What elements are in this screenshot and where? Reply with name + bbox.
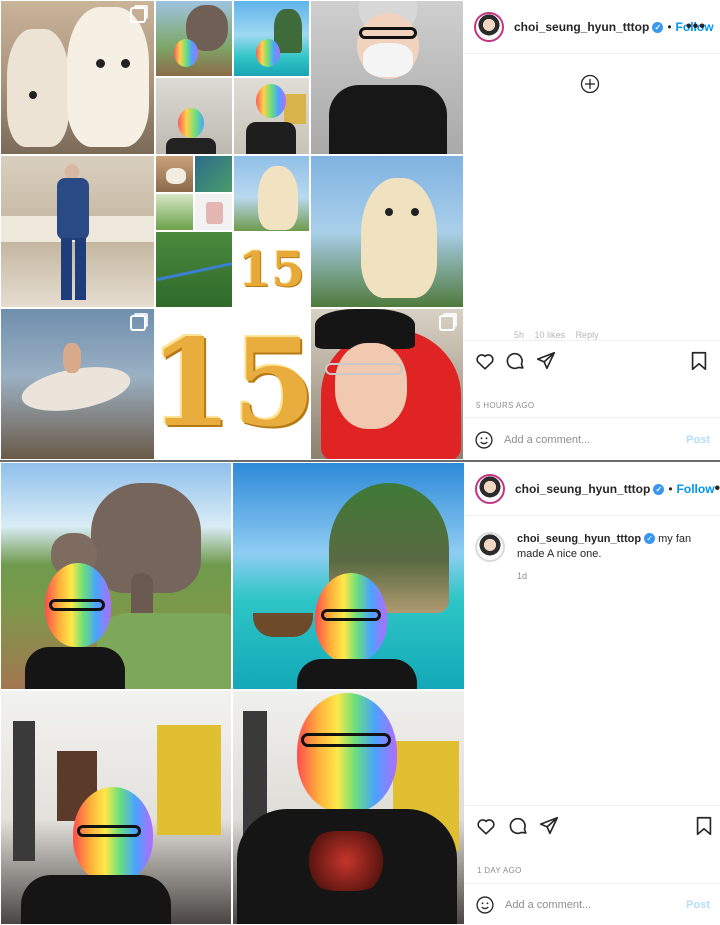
- verified-badge-icon: ✓: [653, 483, 665, 495]
- caption-age: 1d: [517, 571, 528, 581]
- comment-icon[interactable]: [507, 815, 529, 837]
- avatar[interactable]: [474, 11, 504, 42]
- post-panel-top: choi_seung_hyun_tttop✓ • Follow ••• 5h 1…: [464, 0, 720, 460]
- comment-box: Add a comment... Post: [464, 417, 720, 461]
- multi-photo-icon: [130, 7, 146, 23]
- photo-mini-room-1[interactable]: [155, 77, 233, 155]
- post-button[interactable]: Post: [686, 899, 710, 911]
- photo-mini-balloon-15[interactable]: 15: [233, 232, 310, 308]
- photo-mini-portrait[interactable]: [194, 193, 233, 231]
- bookmark-icon[interactable]: [688, 350, 710, 372]
- photo-room-right[interactable]: [232, 690, 465, 925]
- heart-icon[interactable]: [475, 815, 497, 837]
- verified-badge-icon: ✓: [644, 533, 656, 544]
- separator-dot: •: [668, 481, 673, 496]
- more-options-button[interactable]: •••: [715, 480, 720, 498]
- comment-input[interactable]: Add a comment...: [505, 899, 686, 911]
- photo-island[interactable]: [232, 462, 465, 690]
- username-link[interactable]: choi_seung_hyun_tttop ✓: [515, 481, 665, 496]
- comment-age: 5h: [514, 330, 525, 340]
- photo-mini-horse[interactable]: [155, 155, 194, 193]
- photo-selfie-mask[interactable]: [310, 0, 464, 155]
- photo-mini-island[interactable]: [233, 0, 310, 77]
- photo-mini-room-2[interactable]: [233, 77, 310, 155]
- action-bar: [465, 805, 720, 845]
- multi-photo-icon: [130, 315, 146, 331]
- username-link[interactable]: choi_seung_hyun_tttop ✓: [514, 19, 664, 34]
- balloon-digits-small: 15: [238, 242, 305, 298]
- username-text: choi_seung_hyun_tttop: [514, 19, 650, 34]
- photo-rope-field[interactable]: [155, 231, 233, 308]
- post-timestamp: 1 DAY AGO: [477, 866, 522, 875]
- share-icon[interactable]: [538, 815, 560, 837]
- comment-icon[interactable]: [504, 350, 526, 372]
- comment-box: Add a comment... Post: [465, 883, 720, 925]
- separator-dot: •: [667, 19, 672, 34]
- post-panel-bottom: choi_seung_hyun_tttop✓ • Follow ••• choi…: [465, 462, 720, 925]
- heart-icon[interactable]: [474, 350, 496, 372]
- verified-badge-icon: ✓: [652, 21, 664, 33]
- post-header: choi_seung_hyun_tttop✓ • Follow •••: [465, 462, 720, 516]
- caption-avatar[interactable]: [475, 532, 505, 562]
- faded-comment-meta: 5h 10 likes Reply: [514, 330, 599, 340]
- post-timestamp: 5 HOURS AGO: [476, 401, 535, 410]
- balloon-digits: 15: [155, 313, 310, 454]
- photo-mirror-selfie[interactable]: [0, 155, 155, 308]
- follow-button[interactable]: Follow: [677, 482, 715, 496]
- post-header: choi_seung_hyun_tttop✓ • Follow •••: [464, 0, 720, 54]
- photo-room-left[interactable]: [0, 690, 232, 925]
- comment-reply[interactable]: Reply: [576, 330, 599, 340]
- plus-circle-icon[interactable]: [580, 74, 600, 94]
- caption: choi_seung_hyun_tttop ✓ my fan made A nic…: [475, 532, 710, 584]
- bookmark-icon[interactable]: [693, 815, 715, 837]
- multi-photo-icon: [439, 315, 455, 331]
- photo-pegasus[interactable]: [0, 308, 155, 460]
- comment-likes[interactable]: 10 likes: [535, 330, 566, 340]
- photo-alpacas[interactable]: [0, 0, 155, 155]
- comment-input[interactable]: Add a comment...: [504, 434, 686, 446]
- action-bar: [464, 340, 720, 380]
- photo-mini-alpaca[interactable]: [233, 155, 310, 232]
- photo-balloon-15[interactable]: 15: [155, 308, 310, 460]
- photo-alpaca-closeup[interactable]: [310, 155, 464, 308]
- emoji-icon[interactable]: [475, 895, 495, 915]
- photo-mini-elephant[interactable]: [155, 0, 233, 77]
- username-text: choi_seung_hyun_tttop: [515, 481, 651, 496]
- avatar[interactable]: [475, 473, 505, 504]
- photo-red-hoodie[interactable]: [310, 308, 464, 460]
- photo-elephant[interactable]: [0, 462, 232, 690]
- emoji-icon[interactable]: [474, 430, 494, 450]
- photo-mini-plant[interactable]: [155, 193, 194, 231]
- post-button[interactable]: Post: [686, 434, 710, 446]
- share-icon[interactable]: [535, 350, 557, 372]
- caption-username[interactable]: choi_seung_hyun_tttop: [517, 533, 641, 545]
- more-options-button-top[interactable]: •••: [686, 18, 706, 36]
- photo-mini-rope[interactable]: [194, 155, 233, 193]
